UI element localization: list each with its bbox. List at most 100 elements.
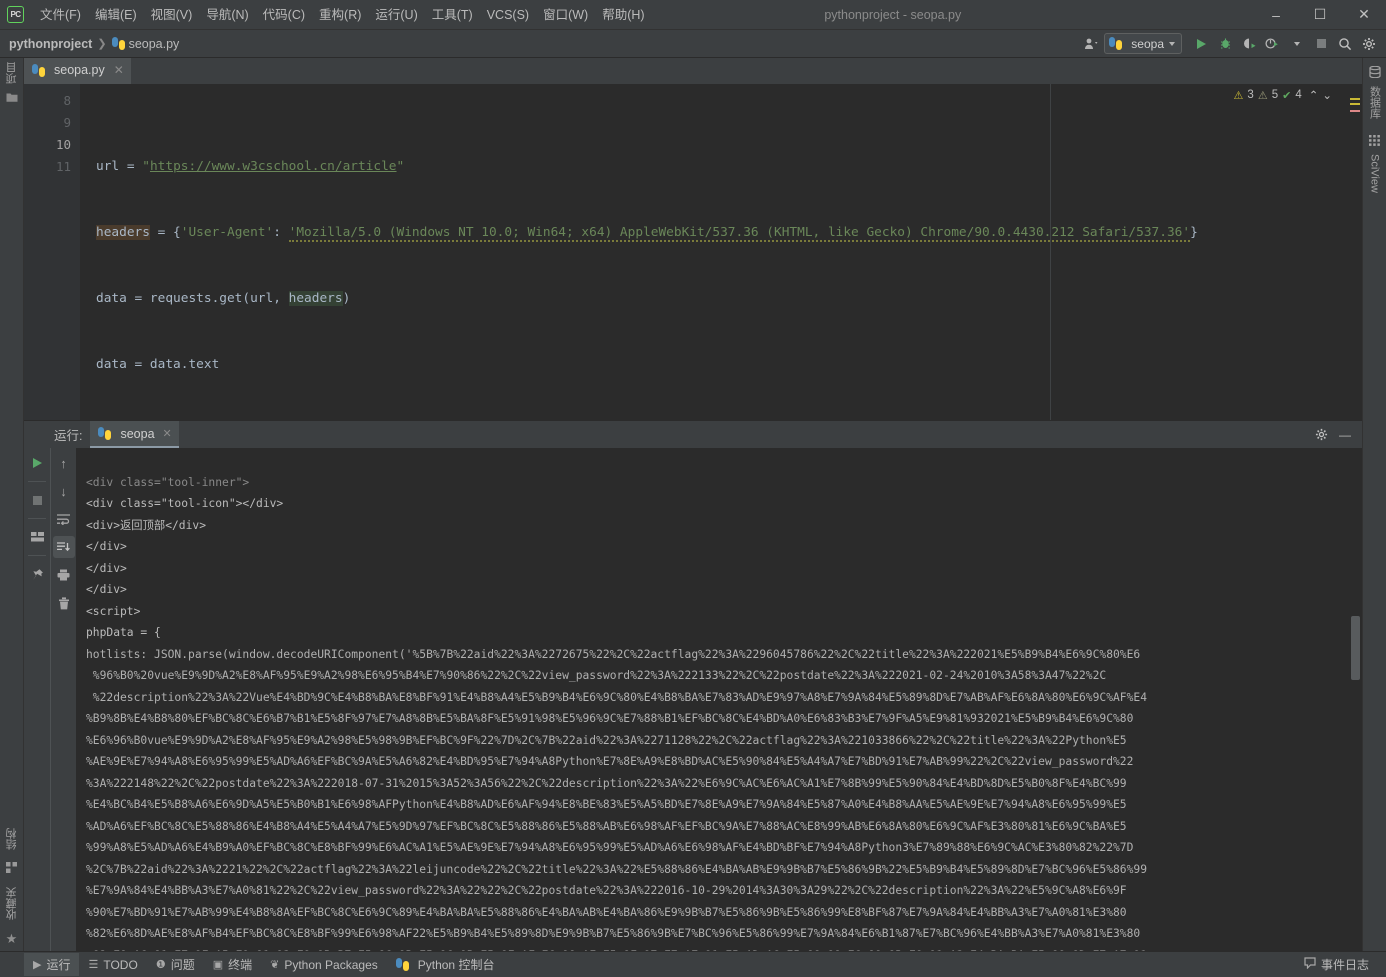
hide-button[interactable]: — <box>1334 424 1356 446</box>
console-line: %90%E7%BD%91%E7%AB%99%E4%B8%8A%EF%BC%8C%… <box>86 906 1127 919</box>
scroll-to-end-icon[interactable] <box>53 536 75 558</box>
structure-icon[interactable] <box>6 862 17 875</box>
sidebar-item-favorites[interactable]: 收藏夹 <box>4 887 20 920</box>
menu-help[interactable]: 帮助(H) <box>595 3 651 27</box>
menu-navigate[interactable]: 导航(N) <box>199 3 255 27</box>
run-window-label: 运行: <box>54 425 82 444</box>
code-text[interactable]: url = "https://www.w3cschool.cn/article"… <box>80 84 1348 420</box>
menu-tools[interactable]: 工具(T) <box>425 3 480 27</box>
run-tab-label: seopa <box>120 427 154 441</box>
problems-icon: ❶ <box>156 958 166 971</box>
status-run-label: 运行 <box>46 956 70 973</box>
gear-icon[interactable] <box>1358 33 1380 55</box>
code-editor[interactable]: 8 9 10 11 url = "https://www.w3cschool.c… <box>24 84 1362 420</box>
profile-dropdown-icon[interactable] <box>1286 33 1308 55</box>
close-icon[interactable]: ✕ <box>114 63 124 77</box>
console-scrollbar[interactable] <box>1348 448 1362 951</box>
sciview-grid-icon[interactable] <box>1369 135 1380 148</box>
console-line: %E7%9A%84%E4%BB%A3%E7%A0%81%22%2C%22view… <box>86 884 1127 897</box>
next-problem-icon[interactable]: ⌄ <box>1322 88 1332 102</box>
minimize-button[interactable]: – <box>1254 0 1298 30</box>
editor-tab-seopa[interactable]: seopa.py ✕ <box>24 58 131 84</box>
user-profile-icon[interactable] <box>1080 33 1102 55</box>
editor-tab-label: seopa.py <box>54 63 105 77</box>
terminal-icon: ▣ <box>213 958 223 971</box>
editor-scrollbar[interactable] <box>1348 84 1362 420</box>
run-tab-seopa[interactable]: seopa ✕ <box>90 421 178 448</box>
python-file-icon <box>112 37 125 50</box>
sidebar-item-database[interactable]: 数据库 <box>1367 86 1383 119</box>
console-line: <div class="tool-inner"> <box>86 476 249 489</box>
status-terminal-label: 终端 <box>228 956 252 973</box>
profile-button[interactable] <box>1262 33 1284 55</box>
print-icon[interactable] <box>53 564 75 586</box>
status-todo[interactable]: ☰ TODO <box>79 955 146 975</box>
console-line: %AE%9E%E7%94%A8%E6%95%99%E5%AD%A6%EF%BC%… <box>86 755 1133 768</box>
stop-button[interactable] <box>26 489 48 511</box>
soft-wrap-icon[interactable] <box>53 508 75 530</box>
menu-refactor[interactable]: 重构(R) <box>312 3 368 27</box>
warning-triangle-icon: ⚠ <box>1234 89 1244 102</box>
console-output[interactable]: <div class="tool-inner"> <div class="too… <box>76 448 1348 951</box>
inspection-widget[interactable]: ⚠3 ⚠5 ✔4 ⌃ ⌄ <box>1234 88 1332 102</box>
status-problems-label: 问题 <box>171 956 195 973</box>
status-python-packages[interactable]: ❦ Python Packages <box>261 955 387 975</box>
breadcrumb: pythonproject ❯ seopa.py <box>9 37 179 51</box>
maximize-button[interactable]: ☐ <box>1298 0 1342 30</box>
gear-icon[interactable] <box>1310 424 1332 446</box>
python-icon <box>98 427 111 440</box>
console-line: %82%E8%A6%81%E7%9F%A5%E9%81%93%E9%9B%B7%… <box>86 949 1147 952</box>
breadcrumb-project[interactable]: pythonproject <box>9 37 92 51</box>
console-line: hotlists: JSON.parse(window.decodeURICom… <box>86 648 1140 661</box>
line-number: 10 <box>24 134 71 156</box>
menu-view[interactable]: 视图(V) <box>144 3 200 27</box>
python-config-icon <box>1109 37 1122 50</box>
prev-problem-icon[interactable]: ⌃ <box>1309 88 1319 102</box>
console-line: <script> <box>86 605 140 618</box>
scroll-up-icon[interactable]: ↑ <box>53 452 75 474</box>
status-run[interactable]: ▶ 运行 <box>24 953 79 976</box>
search-icon[interactable] <box>1334 33 1356 55</box>
stop-button[interactable] <box>1310 33 1332 55</box>
check-icon: ✔ <box>1282 89 1291 102</box>
console-line: </div> <box>86 562 127 575</box>
sidebar-item-project[interactable]: 项目 <box>4 62 20 84</box>
run-header-actions: — <box>1310 424 1362 446</box>
star-icon[interactable]: ★ <box>6 932 18 945</box>
menu-vcs[interactable]: VCS(S) <box>480 3 536 27</box>
status-problems[interactable]: ❶ 问题 <box>147 953 204 976</box>
sidebar-item-structure[interactable]: 结构 <box>4 828 20 850</box>
clear-all-icon[interactable] <box>53 592 75 614</box>
folder-icon[interactable] <box>6 92 18 105</box>
status-event-log[interactable]: 事件日志 <box>1295 953 1378 976</box>
sidebar-item-sciview[interactable]: SciView <box>1369 154 1381 193</box>
database-icon[interactable] <box>1369 66 1381 80</box>
close-button[interactable]: ✕ <box>1342 0 1386 30</box>
close-icon[interactable]: ✕ <box>163 427 172 440</box>
layout-settings-button[interactable] <box>26 526 48 548</box>
status-python-packages-label: Python Packages <box>284 958 377 972</box>
breadcrumb-file[interactable]: seopa.py <box>129 37 180 51</box>
debug-button[interactable] <box>1214 33 1236 55</box>
run-with-coverage-button[interactable] <box>1238 33 1260 55</box>
run-configuration-selector[interactable]: seopa <box>1104 33 1182 54</box>
menu-file[interactable]: 文件(F) <box>33 3 88 27</box>
run-button[interactable] <box>1190 33 1212 55</box>
console-line: %AD%A6%EF%BC%8C%E5%88%86%E4%B8%A4%E5%A4%… <box>86 820 1127 833</box>
menu-window[interactable]: 窗口(W) <box>536 3 595 27</box>
pycharm-window: PC 文件(F) 编辑(E) 视图(V) 导航(N) 代码(C) 重构(R) 运… <box>0 0 1386 977</box>
status-terminal[interactable]: ▣ 终端 <box>204 953 261 976</box>
ok-count: 4 <box>1295 89 1301 101</box>
console-scrollbar-thumb[interactable] <box>1351 616 1360 680</box>
chevron-down-icon <box>1169 42 1175 46</box>
menu-run[interactable]: 运行(U) <box>368 3 424 27</box>
console-line: %22description%22%3A%22Vue%E4%BD%9C%E4%B… <box>86 691 1147 704</box>
pin-tab-button[interactable] <box>26 563 48 585</box>
console-line: </div> <box>86 540 127 553</box>
scroll-down-icon[interactable]: ↓ <box>53 480 75 502</box>
weak-warning-triangle-icon: ⚠ <box>1258 89 1268 102</box>
menu-code[interactable]: 代码(C) <box>256 3 312 27</box>
menu-edit[interactable]: 编辑(E) <box>88 3 144 27</box>
status-python-console[interactable]: Python 控制台 <box>387 953 504 976</box>
rerun-button[interactable] <box>26 452 48 474</box>
